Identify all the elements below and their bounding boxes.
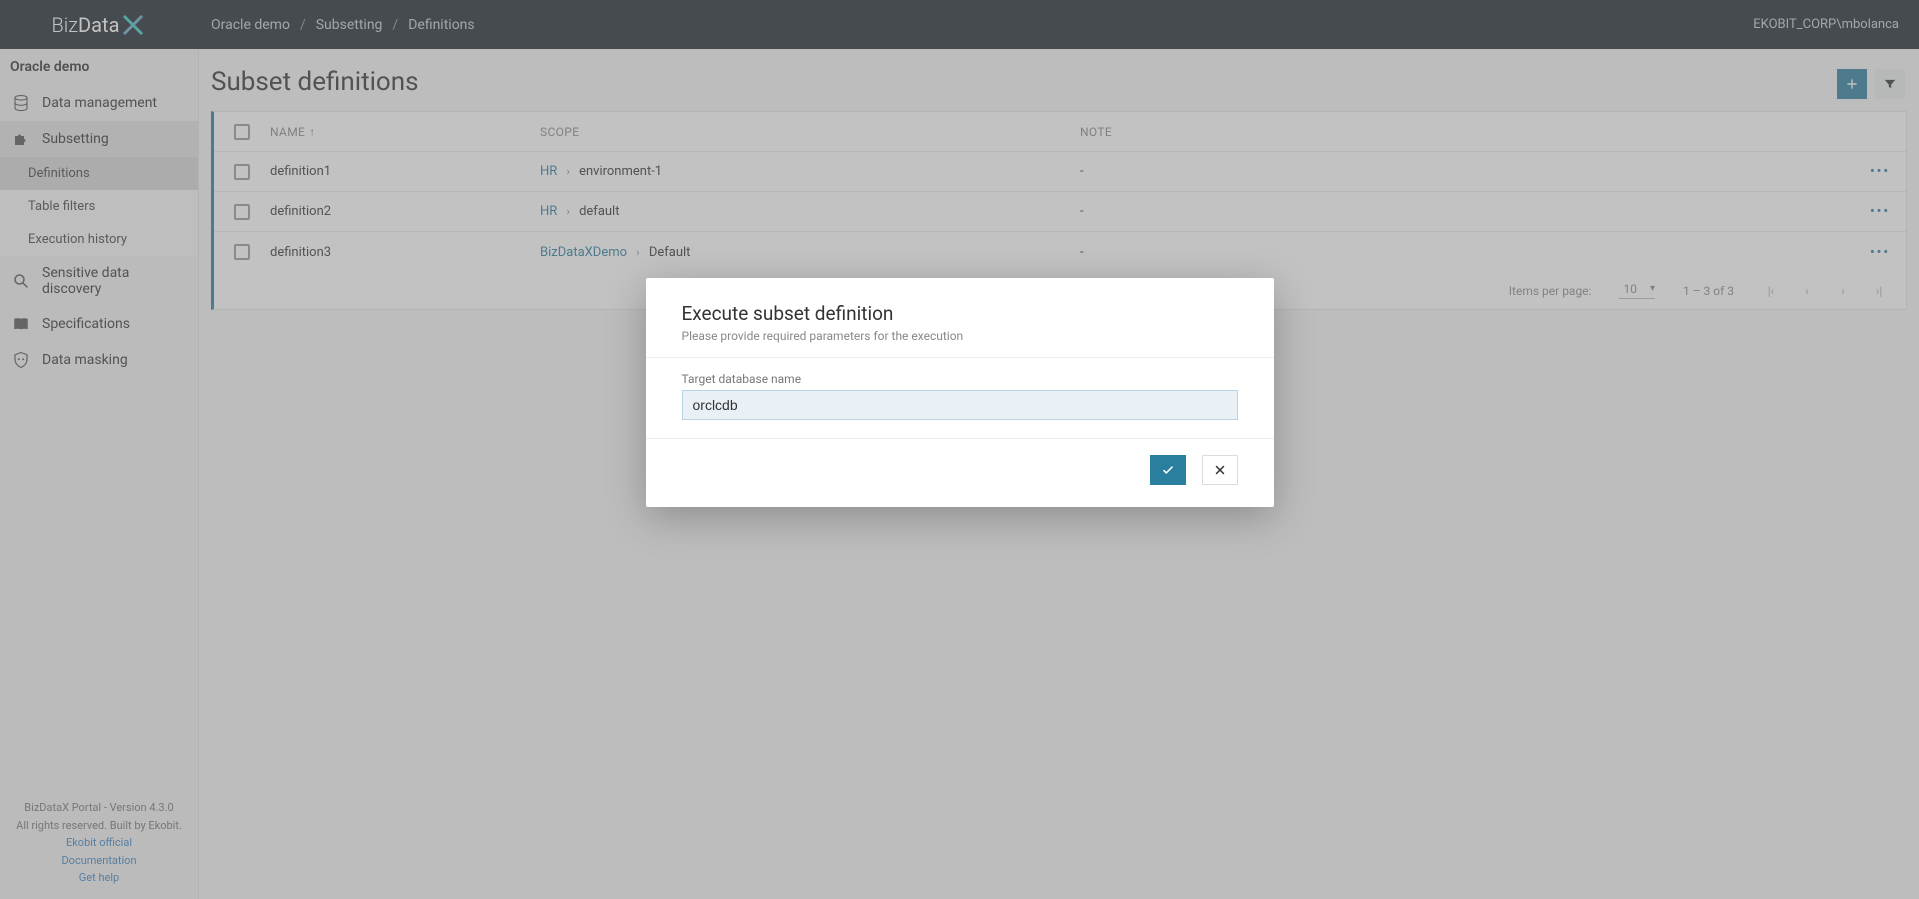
- modal-overlay[interactable]: Execute subset definition Please provide…: [0, 0, 1919, 899]
- cancel-button[interactable]: [1202, 455, 1238, 485]
- check-icon: [1161, 463, 1175, 477]
- confirm-button[interactable]: [1150, 455, 1186, 485]
- close-icon: [1213, 463, 1227, 477]
- execute-subset-modal: Execute subset definition Please provide…: [646, 278, 1274, 507]
- modal-title: Execute subset definition: [682, 302, 1238, 325]
- modal-subtitle: Please provide required parameters for t…: [682, 329, 1238, 343]
- target-database-input[interactable]: [682, 390, 1238, 420]
- target-db-label: Target database name: [682, 372, 1238, 386]
- divider: [646, 357, 1274, 358]
